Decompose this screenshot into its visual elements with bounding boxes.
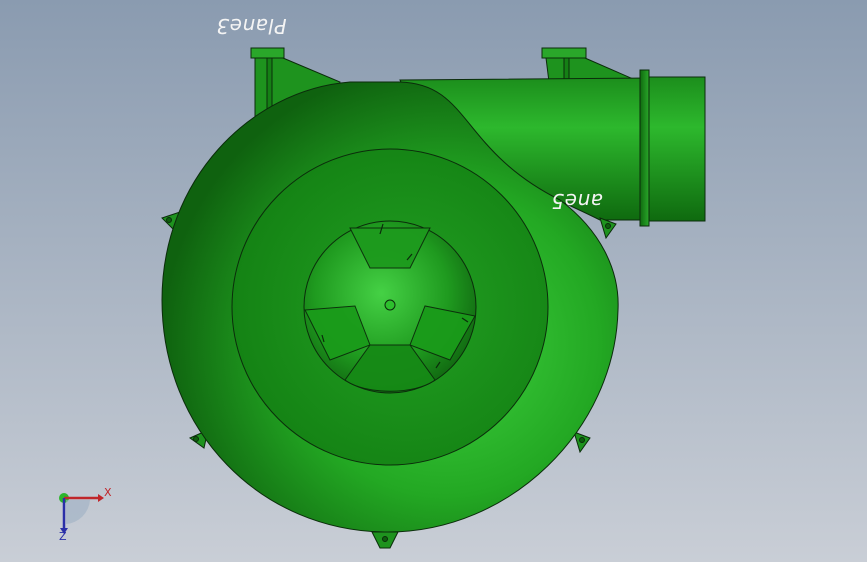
plane3-label: Plane3 — [216, 14, 287, 38]
model-scene[interactable] — [0, 0, 867, 562]
z-axis-label: Z — [59, 530, 67, 543]
shaft-hole — [384, 299, 396, 311]
x-axis-label: X — [104, 486, 112, 499]
triad-plane-shade — [66, 500, 90, 524]
outlet-flange — [639, 69, 650, 227]
outlet-pipe-end — [648, 76, 706, 222]
plane5-label: ane5 — [551, 189, 603, 213]
graphics-viewport[interactable]: Plane3 ane5 X Z — [0, 0, 867, 562]
